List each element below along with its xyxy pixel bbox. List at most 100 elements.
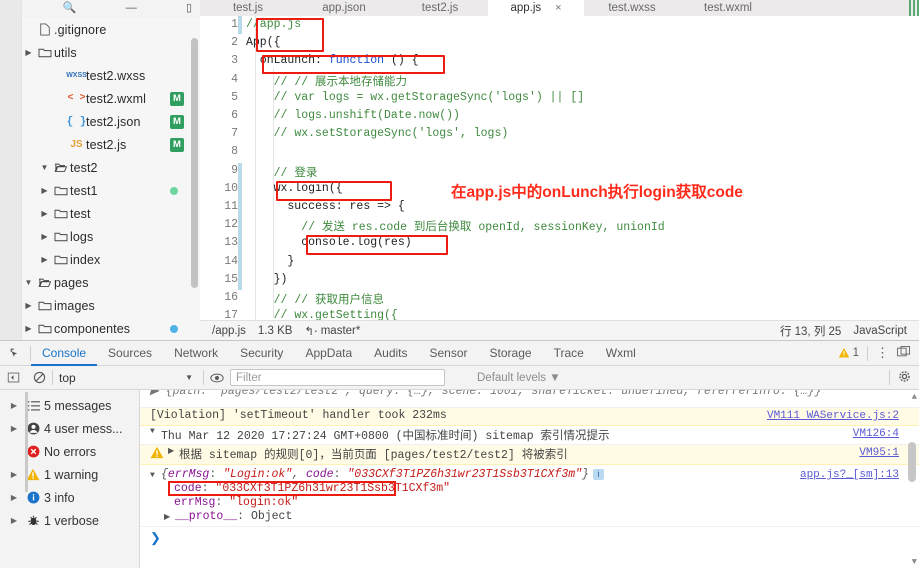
tree-item-test2-js[interactable]: JS test2.js M bbox=[22, 133, 200, 156]
code-line[interactable]: console.log(res) bbox=[246, 236, 919, 249]
chevron-right-icon[interactable]: ▶ bbox=[22, 301, 35, 310]
editor-tab-test-js[interactable]: test.js bbox=[200, 0, 296, 16]
info-badge[interactable]: i bbox=[592, 469, 604, 480]
file-tree-scrollbar[interactable] bbox=[191, 38, 198, 288]
tree-item-test1[interactable]: ▶ test1 bbox=[22, 179, 200, 202]
chevron-right-icon[interactable]: ▶ bbox=[6, 470, 22, 479]
code-line[interactable]: // wx.setStorageSync('logs', logs) bbox=[246, 127, 919, 140]
code-line[interactable]: onLaunch: function () { bbox=[246, 54, 919, 67]
console-filter-input[interactable]: Filter bbox=[230, 369, 445, 386]
console-sidebar-item-info[interactable]: ▶ 3 info bbox=[0, 486, 139, 509]
console-sidebar-scrollbar[interactable] bbox=[25, 392, 28, 492]
editor-tab-test-wxml[interactable]: test.wxml bbox=[680, 0, 776, 16]
console-sidebar-item-warning[interactable]: ▶ 1 warning bbox=[0, 463, 139, 486]
chevron-right-icon[interactable]: ▶ bbox=[38, 209, 51, 218]
code-line[interactable]: } bbox=[246, 255, 919, 268]
devtools-tab-network[interactable]: Network bbox=[163, 341, 229, 366]
clear-console-icon[interactable] bbox=[26, 371, 52, 384]
devtools-tab-sources[interactable]: Sources bbox=[97, 341, 163, 366]
tree-item--gitignore[interactable]: .gitignore bbox=[22, 18, 200, 41]
show-console-sidebar-icon[interactable] bbox=[0, 371, 26, 384]
code-line[interactable]: // 登录 bbox=[246, 164, 919, 180]
code-line[interactable]: // wx.getSetting({ bbox=[246, 309, 919, 320]
code-line[interactable]: // logs.unshift(Date.now()) bbox=[246, 109, 919, 122]
editor-tab-app-js[interactable]: app.js × bbox=[488, 0, 584, 16]
tree-item-test2[interactable]: ▼ test2 bbox=[22, 156, 200, 179]
dock-panel-icon[interactable] bbox=[897, 345, 911, 361]
editor-tab-test-wxss[interactable]: test.wxss bbox=[584, 0, 680, 16]
collapse-icon[interactable]: — bbox=[126, 3, 137, 14]
chevron-right-icon[interactable]: ▶ bbox=[38, 186, 51, 195]
code-line[interactable]: // 发送 res.code 到后台换取 openId, sessionKey,… bbox=[246, 218, 919, 234]
devtools-tab-security[interactable]: Security bbox=[229, 341, 294, 366]
console-log-row[interactable]: [Violation] 'setTimeout' handler took 23… bbox=[140, 408, 919, 426]
console-levels-select[interactable]: Default levels ▼ bbox=[477, 372, 561, 384]
console-log-row[interactable]: ▶ {path: "pages/test2/test2", query: {…}… bbox=[140, 390, 919, 408]
console-sidebar-item-verbose[interactable]: ▶ 1 verbose bbox=[0, 509, 139, 532]
inspect-element-icon[interactable] bbox=[0, 347, 30, 360]
chevron-right-icon[interactable]: ▶ bbox=[38, 232, 51, 241]
devtools-tab-bar[interactable]: Console Sources Network Security AppData Audi… bbox=[0, 341, 919, 366]
chevron-down-icon[interactable]: ▼ bbox=[38, 163, 51, 172]
chevron-right-icon[interactable]: ▶ bbox=[38, 255, 51, 264]
console-sidebar-item-messages[interactable]: ▶ 5 messages bbox=[0, 394, 139, 417]
object-proto-row[interactable]: ▶ __proto__: Object bbox=[150, 510, 919, 523]
devtools-tab-sensor[interactable]: Sensor bbox=[419, 341, 479, 366]
chevron-down-icon[interactable]: ▼ bbox=[22, 278, 35, 287]
tree-item-test2-wxml[interactable]: < > test2.wxml M bbox=[22, 87, 200, 110]
file-tree[interactable]: .gitignore ▶ utils WXSS test2.wxss < > test2.w… bbox=[22, 18, 200, 340]
object-summary-row[interactable]: ▼ {errMsg: "Login:ok", code: "033CXf3T1PZ… bbox=[150, 468, 919, 481]
editor-tab-test2-js[interactable]: test2.js bbox=[392, 0, 488, 16]
chevron-right-icon[interactable]: ▶ bbox=[6, 516, 22, 525]
code-line[interactable]: // // 获取用户信息 bbox=[246, 291, 919, 307]
console-message-list[interactable]: ▶ {path: "pages/test2/test2", query: {…}… bbox=[140, 390, 919, 568]
console-source-link[interactable]: VM95:1 bbox=[859, 447, 899, 459]
devtools-tab-console[interactable]: Console bbox=[31, 341, 97, 366]
console-source-link[interactable]: VM126:4 bbox=[853, 428, 899, 440]
editor-tab-app-json[interactable]: app.json bbox=[296, 0, 392, 16]
chevron-right-icon[interactable]: ▶ bbox=[6, 424, 22, 433]
chevron-right-icon[interactable]: ▶ bbox=[22, 48, 35, 57]
tree-item-test[interactable]: ▶ test bbox=[22, 202, 200, 225]
console-log-row[interactable]: ▶ 根据 sitemap 的规则[0]，当前页面 [pages/test2/tes… bbox=[140, 445, 919, 465]
chevron-right-icon[interactable]: ▶ bbox=[22, 324, 35, 333]
chevron-right-icon[interactable]: ▶ bbox=[6, 493, 22, 502]
console-log-row[interactable]: ▼ Thu Mar 12 2020 17:27:24 GMT+0800 (中国标准… bbox=[140, 426, 919, 445]
gear-icon[interactable] bbox=[898, 370, 911, 386]
editor-tab-bar[interactable]: test.js app.json test2.js app.js × test.wxss t… bbox=[200, 0, 919, 16]
devtools-tab-storage[interactable]: Storage bbox=[479, 341, 543, 366]
close-icon[interactable]: × bbox=[555, 2, 561, 14]
devtools-tab-audits[interactable]: Audits bbox=[363, 341, 418, 366]
console-source-link[interactable]: VM111 WAService.js:2 bbox=[767, 410, 899, 422]
scroll-down-arrow[interactable]: ▼ bbox=[912, 557, 917, 567]
devtools-tab-appdata[interactable]: AppData bbox=[294, 341, 363, 366]
tree-item-test2-wxss[interactable]: WXSS test2.wxss bbox=[22, 64, 200, 87]
chevron-down-icon[interactable]: ▼ bbox=[150, 427, 161, 436]
search-icon[interactable]: 🔍 bbox=[63, 3, 77, 14]
warning-count-badge[interactable]: 1 bbox=[838, 347, 859, 359]
tree-item-pages[interactable]: ▼ pages bbox=[22, 271, 200, 294]
code-line[interactable]: // var logs = wx.getStorageSync('logs') … bbox=[246, 91, 919, 104]
tree-item-logs[interactable]: ▶ logs bbox=[22, 225, 200, 248]
code-line[interactable]: // // 展示本地存储能力 bbox=[246, 73, 919, 89]
tree-item-index[interactable]: ▶ index bbox=[22, 248, 200, 271]
code-line[interactable]: //app.js bbox=[246, 18, 919, 31]
code-line[interactable]: }) bbox=[246, 273, 919, 286]
console-sidebar[interactable]: ▶ 5 messages ▶ 4 user mess... No errors ▶ 1 wa… bbox=[0, 390, 140, 568]
more-vertical-icon[interactable]: ⋮ bbox=[876, 346, 889, 359]
chevron-right-icon[interactable]: ▶ bbox=[168, 446, 179, 456]
console-prompt-row[interactable]: ❯ bbox=[140, 527, 919, 547]
chevron-down-icon[interactable]: ▼ bbox=[150, 471, 161, 480]
devtools-tab-trace[interactable]: Trace bbox=[543, 341, 595, 366]
scroll-up-arrow[interactable]: ▲ bbox=[912, 392, 917, 402]
console-sidebar-item-user-mess[interactable]: ▶ 4 user mess... bbox=[0, 417, 139, 440]
execution-context-select[interactable]: top ▼ bbox=[53, 371, 203, 385]
tree-item-componentes[interactable]: ▶ componentes bbox=[22, 317, 200, 340]
devtools-tab-wxml[interactable]: Wxml bbox=[595, 341, 647, 366]
code-area[interactable]: 1 //app.js 2 App({3 onLaunch: function () {… bbox=[200, 16, 919, 320]
code-line[interactable]: App({ bbox=[246, 36, 919, 49]
console-scrollbar[interactable] bbox=[908, 442, 916, 482]
console-object-log[interactable]: ▼ {errMsg: "Login:ok", code: "033CXf3T1PZ… bbox=[140, 465, 919, 527]
tree-item-utils[interactable]: ▶ utils bbox=[22, 41, 200, 64]
tree-item-test2-json[interactable]: { } test2.json M bbox=[22, 110, 200, 133]
